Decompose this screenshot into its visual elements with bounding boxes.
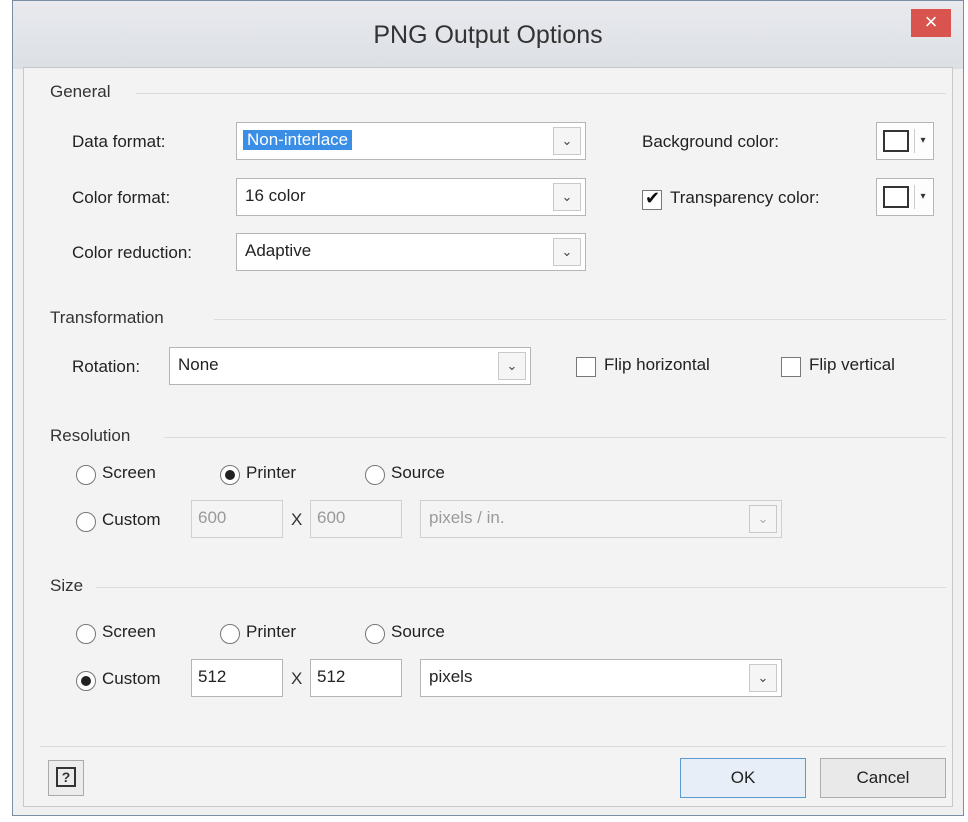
- section-transformation-title: Transformation: [50, 308, 164, 327]
- size-printer-label: Printer: [246, 622, 297, 641]
- transparency-color-label: Transparency color:: [670, 188, 820, 207]
- checkmark-icon: ✔: [645, 188, 661, 208]
- close-icon: ×: [924, 9, 938, 34]
- close-button[interactable]: ×: [911, 9, 951, 37]
- flip-horizontal-checkbox[interactable]: [576, 357, 596, 377]
- dialog-body: General Data format: Non-interlace ⌄ Col…: [23, 67, 953, 807]
- size-printer-radio[interactable]: [220, 624, 240, 644]
- color-format-select[interactable]: 16 color ⌄: [236, 178, 586, 216]
- ok-button[interactable]: OK: [680, 758, 806, 798]
- rotation-value: None: [178, 355, 219, 374]
- size-width-input[interactable]: 512: [191, 659, 283, 697]
- dialog-title: PNG Output Options: [373, 21, 603, 49]
- color-format-label: Color format:: [72, 188, 171, 207]
- size-unit-select[interactable]: pixels ⌄: [420, 659, 782, 697]
- color-reduction-value: Adaptive: [245, 241, 312, 260]
- transparency-color-picker[interactable]: ▾: [876, 178, 934, 216]
- flip-vertical-label: Flip vertical: [809, 355, 895, 374]
- resolution-times-sign: X: [291, 510, 303, 529]
- resolution-unit-value: pixels / in.: [429, 508, 505, 527]
- size-source-label: Source: [391, 622, 445, 641]
- resolution-custom-radio[interactable]: [76, 512, 96, 532]
- help-button[interactable]: ?: [48, 760, 84, 796]
- resolution-source-label: Source: [391, 463, 445, 482]
- dropdown-arrow-icon[interactable]: ▾: [914, 129, 931, 153]
- section-divider: [136, 93, 946, 94]
- size-height-input[interactable]: 512: [310, 659, 402, 697]
- size-times-sign: X: [291, 669, 303, 688]
- dropdown-arrow-icon[interactable]: ▾: [914, 185, 931, 209]
- transparency-color-checkbox[interactable]: ✔: [642, 188, 662, 210]
- resolution-unit-select[interactable]: pixels / in. ⌄: [420, 500, 782, 538]
- resolution-width-input[interactable]: 600: [191, 500, 283, 538]
- footer-divider: [40, 746, 946, 747]
- flip-horizontal-label: Flip horizontal: [604, 355, 710, 374]
- flip-vertical-checkbox[interactable]: [781, 357, 801, 377]
- chevron-down-icon[interactable]: ⌄: [749, 505, 777, 533]
- color-reduction-label: Color reduction:: [72, 243, 193, 262]
- size-source-radio[interactable]: [365, 624, 385, 644]
- size-screen-label: Screen: [102, 622, 156, 641]
- chevron-down-icon[interactable]: ⌄: [553, 238, 581, 266]
- section-divider: [214, 319, 946, 320]
- chevron-down-icon[interactable]: ⌄: [553, 183, 581, 211]
- size-custom-radio[interactable]: [76, 671, 96, 691]
- data-format-label: Data format:: [72, 132, 166, 151]
- rotation-label: Rotation:: [72, 357, 141, 376]
- color-format-value: 16 color: [245, 186, 306, 205]
- resolution-height-input[interactable]: 600: [310, 500, 402, 538]
- transparency-color-swatch: [883, 186, 909, 208]
- section-divider: [164, 437, 946, 438]
- chevron-down-icon[interactable]: ⌄: [749, 664, 777, 692]
- resolution-screen-radio[interactable]: [76, 465, 96, 485]
- cancel-button[interactable]: Cancel: [820, 758, 946, 798]
- rotation-select[interactable]: None ⌄: [169, 347, 531, 385]
- section-divider: [96, 587, 946, 588]
- resolution-screen-label: Screen: [102, 463, 156, 482]
- size-unit-value: pixels: [429, 667, 473, 686]
- radio-selected-dot: [225, 470, 235, 480]
- color-reduction-select[interactable]: Adaptive ⌄: [236, 233, 586, 271]
- size-screen-radio[interactable]: [76, 624, 96, 644]
- section-size-title: Size: [50, 576, 84, 595]
- background-color-picker[interactable]: ▾: [876, 122, 934, 160]
- radio-selected-dot: [81, 676, 91, 686]
- resolution-printer-label: Printer: [246, 463, 297, 482]
- png-output-options-dialog: PNG Output Options × General Data format…: [12, 0, 964, 816]
- size-custom-label: Custom: [102, 669, 161, 688]
- section-resolution-title: Resolution: [50, 426, 131, 445]
- section-general-title: General: [50, 82, 111, 101]
- help-icon: ?: [56, 767, 76, 787]
- resolution-source-radio[interactable]: [365, 465, 385, 485]
- data-format-select[interactable]: Non-interlace ⌄: [236, 122, 586, 160]
- title-bar[interactable]: PNG Output Options ×: [13, 1, 963, 69]
- chevron-down-icon[interactable]: ⌄: [553, 127, 581, 155]
- data-format-value: Non-interlace: [243, 130, 353, 150]
- background-color-label: Background color:: [642, 132, 780, 151]
- resolution-printer-radio[interactable]: [220, 465, 240, 485]
- chevron-down-icon[interactable]: ⌄: [498, 352, 526, 380]
- resolution-custom-label: Custom: [102, 510, 161, 529]
- background-color-swatch: [883, 130, 909, 152]
